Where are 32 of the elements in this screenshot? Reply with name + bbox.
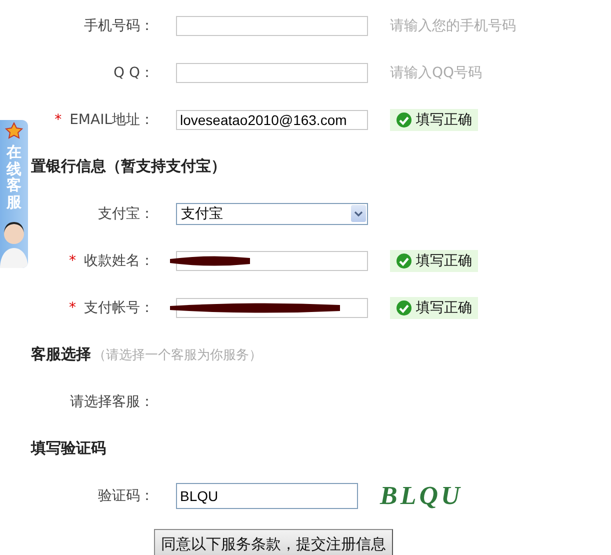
validation-message: 填写正确	[390, 250, 478, 272]
star-icon	[4, 122, 24, 140]
section-title: 客服选择	[31, 345, 91, 364]
field-hint: 请输入您的手机号码	[390, 16, 517, 34]
check-icon	[396, 252, 412, 268]
validation-message: 填写正确	[390, 296, 478, 318]
widget-label: 在线客服	[6, 144, 22, 210]
field-label: 手机号码：	[84, 16, 154, 34]
section-title: 填写验证码	[31, 439, 106, 458]
required-mark: *	[69, 300, 76, 316]
field-label: 请选择客服：	[70, 392, 154, 410]
submit-button[interactable]: 同意以下服务条款，提交注册信息	[154, 529, 393, 555]
field-hint: 请输入QQ号码	[390, 64, 484, 82]
field-label: Q Q：	[114, 64, 154, 82]
validation-message: 填写正确	[390, 108, 478, 130]
text-field[interactable]: loveseatao2010@163.com	[176, 110, 368, 130]
field-label: 支付宝：	[98, 204, 154, 222]
select-field[interactable]: 支付宝	[176, 202, 368, 224]
field-label: EMAIL地址：	[70, 110, 154, 128]
captcha-field[interactable]: BLQU	[176, 482, 358, 508]
required-mark: *	[54, 112, 62, 128]
check-icon	[396, 300, 412, 316]
captcha-image: BLQU	[380, 480, 464, 510]
check-icon	[396, 112, 412, 128]
field-label: 支付帐号：	[84, 298, 154, 316]
field-label: 验证码：	[98, 486, 154, 504]
text-field[interactable]	[176, 16, 368, 36]
section-title: 置银行信息（暂支持支付宝）	[31, 157, 226, 176]
required-mark: *	[69, 252, 76, 268]
text-field[interactable]	[176, 62, 368, 82]
field-label: 收款姓名：	[84, 252, 154, 270]
section-note: （请选择一个客服为你服务）	[93, 346, 262, 364]
